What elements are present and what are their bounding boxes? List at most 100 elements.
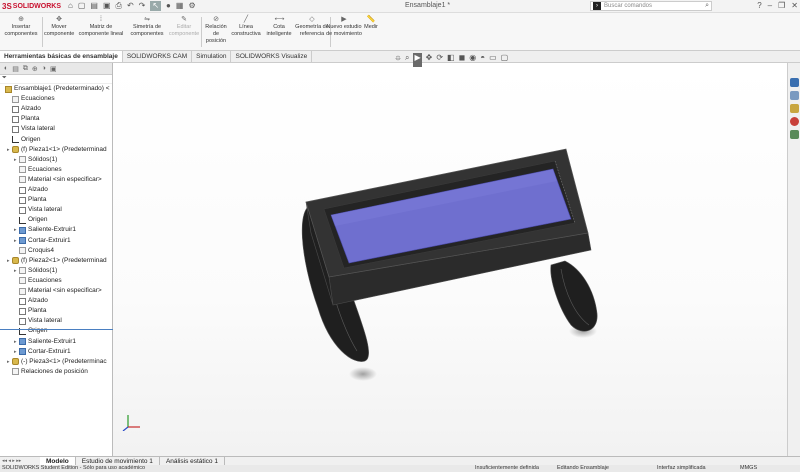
construction-line-icon: ╱ — [243, 16, 249, 23]
edit-component-button[interactable]: ✎ Editar componente — [168, 16, 200, 38]
section-view-icon[interactable]: ◧ — [447, 53, 455, 67]
zoom-to-fit-icon[interactable]: ⌕ — [405, 53, 409, 67]
filter-icon[interactable]: ⏷ — [0, 75, 112, 84]
pan-icon[interactable]: ✥ — [426, 53, 433, 67]
restore-icon[interactable]: ❐ — [778, 1, 785, 10]
tree-item[interactable]: ▸ Cortar-Extruir1 — [14, 347, 113, 357]
minimize-icon[interactable]: – — [768, 1, 772, 10]
select-cursor-icon[interactable]: ↖ — [150, 1, 162, 11]
design-library-icon[interactable] — [790, 91, 799, 100]
status-units[interactable]: MMGS — [740, 465, 757, 472]
new-document-icon[interactable]: ▢ — [78, 1, 86, 11]
configuration-manager-icon[interactable]: ⧉ — [23, 65, 28, 73]
redo-icon[interactable]: ↷ — [139, 1, 146, 11]
tab-solidworks-visualize[interactable]: SOLIDWORKS Visualize — [231, 51, 313, 62]
open-icon[interactable]: ▤ — [90, 1, 98, 11]
assembly-model[interactable] — [113, 63, 787, 456]
tree-item[interactable]: Ecuaciones — [14, 165, 113, 175]
tab-simulation[interactable]: Simulation — [192, 51, 232, 62]
new-motion-study-button[interactable]: ▶ Nuevo estudio de movimiento — [326, 16, 362, 38]
tree-item[interactable]: Alzado — [14, 296, 113, 306]
display-manager-icon[interactable]: ◑ — [42, 65, 46, 72]
tree-item[interactable]: Origen — [14, 215, 113, 225]
tree-item[interactable]: Planta — [14, 306, 113, 316]
home-icon[interactable]: ⌂ — [68, 1, 73, 11]
view-orientation-icon[interactable]: ⯐ — [395, 53, 401, 67]
appearances-icon[interactable] — [790, 117, 799, 126]
tree-item[interactable]: Ensamblaje1 (Predeterminado) < — [0, 84, 113, 94]
graphics-viewport[interactable] — [113, 63, 787, 456]
view-settings-icon[interactable]: ▢ — [501, 53, 509, 67]
select-icon[interactable]: ▶ — [413, 53, 422, 67]
help-icon[interactable]: ? — [757, 1, 761, 10]
tree-item[interactable]: Croquis4 — [14, 246, 113, 256]
traffic-light-icon[interactable]: ● — [166, 1, 171, 11]
insert-components-icon: ⊕ — [18, 16, 24, 23]
tree-item[interactable]: Relaciones de posición — [7, 367, 113, 377]
search-input[interactable]: Buscar comandos — [604, 3, 652, 9]
tree-item[interactable]: ▸ (f) Pieza1<1> (Predeterminad — [7, 145, 113, 155]
tree-item[interactable]: ▸ (f) Pieza2<1> (Predeterminad — [7, 256, 113, 266]
status-interface[interactable]: Interfaz simplificada — [657, 465, 706, 472]
tree-item[interactable]: Vista lateral — [14, 205, 113, 215]
mate-button[interactable]: ⊘ Relación de posición — [203, 16, 229, 45]
smart-dimension-button[interactable]: ⟷ Cota inteligente — [264, 16, 294, 38]
tree-item[interactable]: Vista lateral — [14, 316, 113, 326]
tree-item-label: Vista lateral — [21, 125, 55, 133]
tree-item[interactable]: Alzado — [7, 104, 113, 114]
tree-item[interactable]: ▸ Sólidos(1) — [14, 266, 113, 276]
tab-scroll-arrows[interactable]: ◂◂ ◂ ▸ ▸▸ — [0, 458, 40, 464]
undo-icon[interactable]: ↶ — [127, 1, 134, 11]
cam-icon[interactable]: ▣ — [50, 65, 57, 73]
tab-basic-assembly-tools[interactable]: Herramientas básicas de ensamblaje — [0, 51, 123, 62]
rebuild-icon[interactable]: ▦ — [176, 1, 184, 11]
custom-properties-icon[interactable] — [790, 130, 799, 139]
tree-item[interactable]: ▸ Saliente-Extruir1 — [14, 337, 113, 347]
tree-item[interactable]: Origen — [14, 326, 113, 336]
solidworks-resources-icon[interactable] — [790, 78, 799, 87]
right-curved-leg[interactable] — [550, 260, 598, 332]
tab-solidworks-cam[interactable]: SOLIDWORKS CAM — [123, 51, 193, 62]
tree-item[interactable]: Ecuaciones — [7, 94, 113, 104]
mirror-components-button[interactable]: ⇋ Simetría de componentes — [128, 16, 166, 38]
linear-pattern-button[interactable]: ⁞ Matriz de componente lineal — [78, 16, 124, 38]
tree-item[interactable]: Ecuaciones — [14, 276, 113, 286]
tree-item[interactable]: Material <sin especificar> — [14, 286, 113, 296]
property-manager-icon[interactable]: ▤ — [12, 65, 19, 73]
move-component-button[interactable]: ✥ Mover componente — [44, 16, 74, 38]
tree-item[interactable]: Material <sin especificar> — [14, 175, 113, 185]
solidworks-logo[interactable]: 3S SOLIDWORKS — [2, 2, 61, 11]
tree-item[interactable]: ▸ (-) Pieza3<1> (Predeterminac — [7, 357, 113, 367]
document-title: Ensamblaje1 * — [405, 2, 451, 9]
rotate-view-icon[interactable]: ⟳ — [436, 53, 443, 67]
search-icon[interactable]: ⌕ — [705, 2, 709, 10]
tree-item[interactable]: Origen — [7, 135, 113, 145]
tree-item[interactable]: Planta — [7, 114, 113, 124]
tree-item[interactable]: Vista lateral — [7, 124, 113, 134]
save-icon[interactable]: ▣ — [103, 1, 111, 11]
file-explorer-icon[interactable] — [790, 104, 799, 113]
appearance-icon[interactable]: ◓ — [480, 53, 485, 67]
tree-item[interactable]: ▸ Saliente-Extruir1 — [14, 225, 113, 235]
tree-item[interactable]: ▸ Cortar-Extruir1 — [14, 236, 113, 246]
dimxpert-icon[interactable]: ⊕ — [32, 65, 38, 73]
insert-components-button[interactable]: ⊕ Insertar componentes — [2, 16, 40, 38]
panel-divider[interactable] — [0, 329, 113, 330]
scene-icon[interactable]: ▭ — [489, 53, 497, 67]
tree-item[interactable]: Planta — [14, 195, 113, 205]
part-icon — [12, 146, 19, 154]
display-style-icon[interactable]: ◼ — [459, 53, 466, 67]
ribbon-divider — [201, 17, 202, 47]
view-toolbar: ⯐ ⌕ ▶ ✥ ⟳ ◧ ◼ ◉ ◓ ▭ ▢ — [395, 53, 508, 67]
tree-item[interactable]: ▸ Sólidos(1) — [14, 155, 113, 165]
search-commands-box[interactable]: › Buscar comandos ⌕ — [590, 1, 712, 11]
construction-line-button[interactable]: ╱ Línea constructiva — [230, 16, 262, 38]
options-gear-icon[interactable]: ⚙ — [188, 1, 195, 11]
print-icon[interactable]: ⎙ — [116, 1, 122, 11]
feature-manager-icon[interactable]: ◐ — [4, 65, 8, 72]
tree-item[interactable]: Alzado — [14, 185, 113, 195]
hide-show-icon[interactable]: ◉ — [469, 53, 476, 67]
measure-button[interactable]: 📏 Medir — [362, 16, 380, 31]
close-icon[interactable]: ✕ — [791, 1, 798, 10]
reference-geometry-button[interactable]: ◇ Geometría de referencia — [294, 16, 330, 38]
